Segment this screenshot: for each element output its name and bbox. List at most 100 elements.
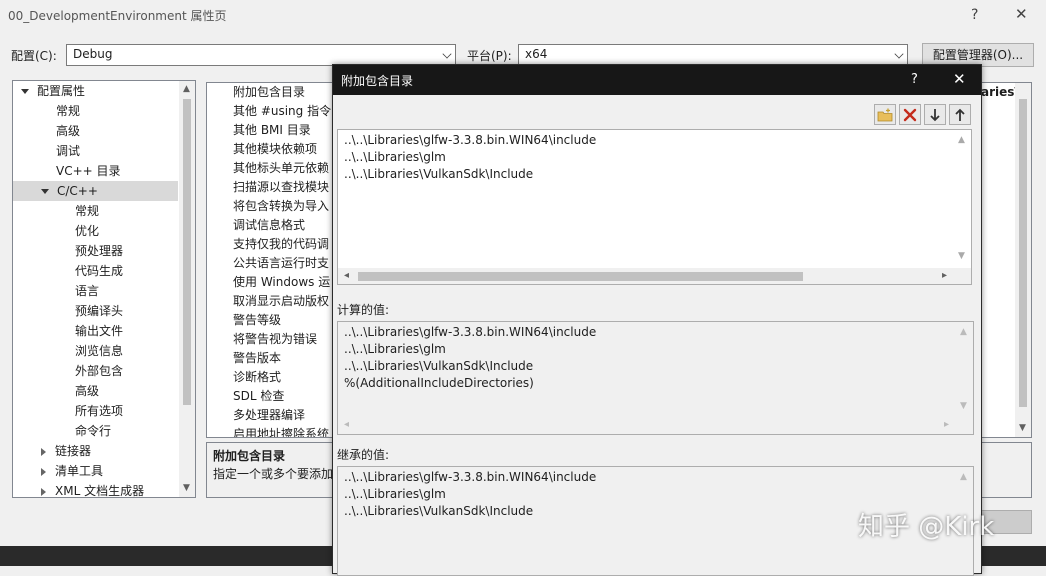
- computed-line: ..\..\Libraries\VulkanSdk\Include: [344, 359, 534, 373]
- tree-item[interactable]: VC++ 目录: [56, 161, 121, 181]
- dialog-titlebar: 附加包含目录 ? ✕: [333, 65, 981, 95]
- grid-row[interactable]: 其他 #using 指令: [207, 102, 331, 121]
- scroll-down-icon[interactable]: ▼: [1019, 424, 1026, 433]
- tree-item-cpp[interactable]: C/C++: [13, 181, 178, 201]
- tree-item[interactable]: 常规: [75, 201, 99, 221]
- help-button[interactable]: ?: [971, 8, 978, 22]
- grid-row[interactable]: 取消显示启动版权: [207, 292, 331, 311]
- expand-icon: [41, 189, 49, 194]
- tree-item[interactable]: 浏览信息: [75, 341, 123, 361]
- tree-item[interactable]: 语言: [75, 281, 99, 301]
- scroll-down-icon[interactable]: ▼: [183, 484, 190, 493]
- config-label: 配置(C):: [11, 49, 57, 63]
- inherited-line: ..\..\Libraries\glfw-3.3.8.bin.WIN64\inc…: [344, 470, 597, 484]
- property-tree[interactable]: 配置属性 常规 高级 调试 VC++ 目录 C/C++ 常规 优化 预处理器 代…: [12, 80, 196, 498]
- scroll-thumb[interactable]: [183, 99, 191, 405]
- scroll-up-icon[interactable]: ▲: [960, 328, 967, 337]
- tree-item[interactable]: 所有选项: [75, 401, 123, 421]
- inherited-line: ..\..\Libraries\VulkanSdk\Include: [344, 504, 534, 518]
- tree-item-manifest[interactable]: 清单工具: [41, 461, 103, 481]
- tree-item[interactable]: 高级: [56, 121, 80, 141]
- include-dirs-dialog: 附加包含目录 ? ✕ ..\..\Libraries\glfw-3.3.8.bi…: [332, 64, 982, 576]
- tree-item[interactable]: 高级: [75, 381, 99, 401]
- tree-item[interactable]: 代码生成: [75, 261, 123, 281]
- grid-row[interactable]: 启用地址擦除系统: [207, 425, 331, 437]
- grid-row[interactable]: 警告版本: [207, 349, 331, 368]
- computed-line: ..\..\Libraries\glfw-3.3.8.bin.WIN64\inc…: [344, 325, 597, 339]
- window-title: 00_DevelopmentEnvironment 属性页: [8, 9, 227, 23]
- grid-row[interactable]: 附加包含目录: [207, 83, 331, 102]
- editor-line[interactable]: ..\..\Libraries\glfw-3.3.8.bin.WIN64\inc…: [344, 132, 596, 149]
- scroll-left-icon[interactable]: ◂: [344, 271, 349, 281]
- description-text: 指定一个或多个要添加: [213, 467, 334, 481]
- platform-value: x64: [525, 47, 548, 61]
- tree-scrollbar[interactable]: ▲ ▼: [179, 81, 195, 497]
- scroll-up-icon[interactable]: ▲: [960, 473, 967, 482]
- inherited-line: ..\..\Libraries\glm: [344, 487, 446, 501]
- chevron-down-icon: [894, 49, 904, 59]
- grid-row[interactable]: SDL 检查: [207, 387, 331, 406]
- editor-line[interactable]: ..\..\Libraries\VulkanSdk\Include: [344, 166, 533, 183]
- tree-item[interactable]: 常规: [56, 101, 80, 121]
- scroll-up-icon[interactable]: ▲: [183, 85, 190, 94]
- tree-item[interactable]: 预处理器: [75, 241, 123, 261]
- grid-row[interactable]: 多处理器编译: [207, 406, 331, 425]
- new-folder-icon: [877, 108, 893, 121]
- move-down-button[interactable]: [924, 104, 946, 125]
- scroll-right-icon[interactable]: ▸: [942, 271, 947, 281]
- new-line-button[interactable]: [874, 104, 896, 125]
- grid-scrollbar[interactable]: ▼: [1015, 83, 1031, 437]
- config-combobox[interactable]: Debug: [66, 44, 456, 66]
- scroll-down-icon[interactable]: ▼: [960, 402, 967, 411]
- platform-combobox[interactable]: x64: [518, 44, 908, 66]
- grid-row[interactable]: 将警告视为错误: [207, 330, 331, 349]
- scroll-left-icon[interactable]: ◂: [344, 420, 349, 430]
- tree-item[interactable]: 优化: [75, 221, 99, 241]
- grid-row[interactable]: 将包含转换为导入: [207, 197, 331, 216]
- expand-icon: [21, 89, 29, 94]
- move-down-icon: [930, 108, 940, 121]
- tree-item[interactable]: 外部包含: [75, 361, 123, 381]
- tree-item-xml[interactable]: XML 文档生成器: [41, 481, 144, 497]
- grid-row[interactable]: 使用 Windows 运: [207, 273, 331, 292]
- tree-item-linker[interactable]: 链接器: [41, 441, 91, 461]
- move-up-button[interactable]: [949, 104, 971, 125]
- dialog-title: 附加包含目录: [341, 74, 414, 88]
- delete-icon: [903, 108, 917, 121]
- dialog-close-button[interactable]: ✕: [953, 70, 966, 88]
- config-value: Debug: [73, 47, 113, 61]
- computed-line: %(AdditionalIncludeDirectories): [344, 376, 534, 390]
- grid-row[interactable]: 警告等级: [207, 311, 331, 330]
- collapse-icon: [41, 447, 46, 456]
- tree-item[interactable]: 预编译头: [75, 301, 123, 321]
- scroll-thumb[interactable]: [1019, 99, 1027, 407]
- delete-line-button[interactable]: [899, 104, 921, 125]
- scroll-down-icon[interactable]: ▼: [958, 252, 965, 261]
- grid-row[interactable]: 公共语言运行时支: [207, 254, 331, 273]
- tree-item[interactable]: 输出文件: [75, 321, 123, 341]
- editor-line[interactable]: ..\..\Libraries\glm: [344, 149, 446, 166]
- include-dirs-editor[interactable]: ..\..\Libraries\glfw-3.3.8.bin.WIN64\inc…: [337, 129, 972, 285]
- collapse-icon: [41, 467, 46, 476]
- close-button[interactable]: ✕: [1015, 7, 1028, 22]
- grid-row[interactable]: 扫描源以查找模块: [207, 178, 331, 197]
- computed-values: ..\..\Libraries\glfw-3.3.8.bin.WIN64\inc…: [337, 321, 974, 435]
- description-title: 附加包含目录: [213, 449, 286, 463]
- grid-row[interactable]: 诊断格式: [207, 368, 331, 387]
- inherited-label: 继承的值:: [337, 448, 390, 462]
- scroll-up-icon[interactable]: ▲: [958, 136, 965, 145]
- platform-label: 平台(P):: [467, 49, 512, 63]
- scroll-right-icon[interactable]: ▸: [944, 420, 949, 430]
- scroll-thumb[interactable]: [358, 272, 803, 281]
- dialog-help-button[interactable]: ?: [911, 72, 918, 87]
- tree-item[interactable]: 命令行: [75, 421, 111, 441]
- grid-row[interactable]: 调试信息格式: [207, 216, 331, 235]
- grid-row[interactable]: 其他模块依赖项: [207, 140, 331, 159]
- collapse-icon: [41, 487, 46, 496]
- tree-item[interactable]: 调试: [56, 141, 80, 161]
- grid-row[interactable]: 其他标头单元依赖: [207, 159, 331, 178]
- grid-row[interactable]: 其他 BMI 目录: [207, 121, 331, 140]
- grid-row[interactable]: 支持仅我的代码调: [207, 235, 331, 254]
- tree-item-config-properties[interactable]: 配置属性: [21, 81, 85, 101]
- editor-hscrollbar[interactable]: ◂ ▸: [338, 268, 971, 284]
